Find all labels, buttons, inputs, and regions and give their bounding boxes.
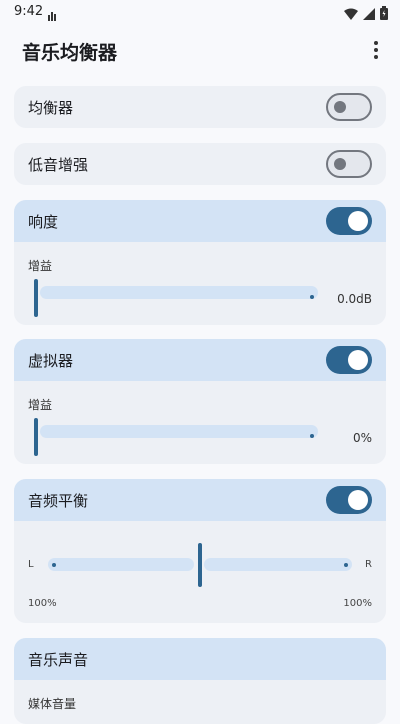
- loudness-gain-label: 增益: [28, 259, 53, 273]
- toggle-knob: [334, 101, 346, 113]
- bass-boost-card: 低音增强: [14, 143, 386, 185]
- virtualizer-gain-label: 增益: [28, 398, 53, 412]
- wifi-icon: [344, 5, 358, 24]
- equalizer-header[interactable]: 均衡器: [14, 86, 386, 128]
- balance-card: 音频平衡 L R 100% 100%: [14, 479, 386, 623]
- virtualizer-title: 虚拟器: [28, 352, 74, 370]
- equalizer-toggle[interactable]: [326, 93, 372, 121]
- virtualizer-card: 虚拟器 增益 0%: [14, 339, 386, 464]
- slider-handle[interactable]: [34, 418, 38, 456]
- more-vert-icon[interactable]: [364, 38, 388, 62]
- balance-toggle[interactable]: [326, 486, 372, 514]
- loudness-title: 响度: [28, 213, 59, 231]
- balance-left-value: 100%: [28, 598, 57, 609]
- balance-title: 音频平衡: [28, 492, 89, 510]
- bass-boost-header[interactable]: 低音增强: [14, 143, 386, 185]
- toggle-knob: [334, 158, 346, 170]
- music-sound-header[interactable]: 音乐声音: [14, 638, 386, 680]
- loudness-card: 响度 增益 0.0dB: [14, 200, 386, 325]
- balance-right-value: 100%: [343, 598, 372, 609]
- loudness-gain-slider[interactable]: [34, 279, 318, 317]
- virtualizer-toggle[interactable]: [326, 346, 372, 374]
- toggle-knob: [348, 211, 368, 231]
- music-sound-title: 音乐声音: [28, 651, 89, 669]
- status-time: 9:42: [14, 4, 44, 19]
- equalizer-card: 均衡器: [14, 86, 386, 128]
- virtualizer-gain-slider[interactable]: [34, 418, 318, 456]
- app-bar: 音乐均衡器: [0, 24, 400, 76]
- slider-end-dot: [344, 563, 348, 567]
- slider-track: [40, 425, 318, 438]
- balance-right-label: R: [365, 559, 372, 570]
- slider-track-right: [204, 558, 352, 571]
- balance-header[interactable]: 音频平衡: [14, 479, 386, 521]
- slider-start-dot: [52, 563, 56, 567]
- bass-boost-toggle[interactable]: [326, 150, 372, 178]
- music-sound-card: 音乐声音 媒体音量: [14, 638, 386, 724]
- slider-handle[interactable]: [198, 543, 202, 587]
- status-bar: 9:42: [0, 0, 400, 24]
- signal-icon: [363, 5, 375, 24]
- toggle-knob: [348, 490, 368, 510]
- media-volume-label: 媒体音量: [28, 697, 77, 711]
- virtualizer-gain-value: 0%: [352, 431, 372, 445]
- virtualizer-header[interactable]: 虚拟器: [14, 339, 386, 381]
- slider-track: [40, 286, 318, 299]
- page-title: 音乐均衡器: [22, 42, 118, 64]
- bass-boost-title: 低音增强: [28, 156, 89, 174]
- sim-card-icon: [48, 6, 58, 25]
- balance-left-label: L: [28, 559, 34, 570]
- slider-end-dot: [310, 295, 314, 299]
- loudness-header[interactable]: 响度: [14, 200, 386, 242]
- toggle-knob: [348, 350, 368, 370]
- loudness-toggle[interactable]: [326, 207, 372, 235]
- slider-end-dot: [310, 434, 314, 438]
- equalizer-title: 均衡器: [28, 99, 74, 117]
- battery-icon: [380, 5, 388, 24]
- loudness-gain-value: 0.0dB: [337, 292, 372, 306]
- slider-track-left: [48, 558, 194, 571]
- balance-slider[interactable]: [48, 543, 352, 587]
- slider-handle[interactable]: [34, 279, 38, 317]
